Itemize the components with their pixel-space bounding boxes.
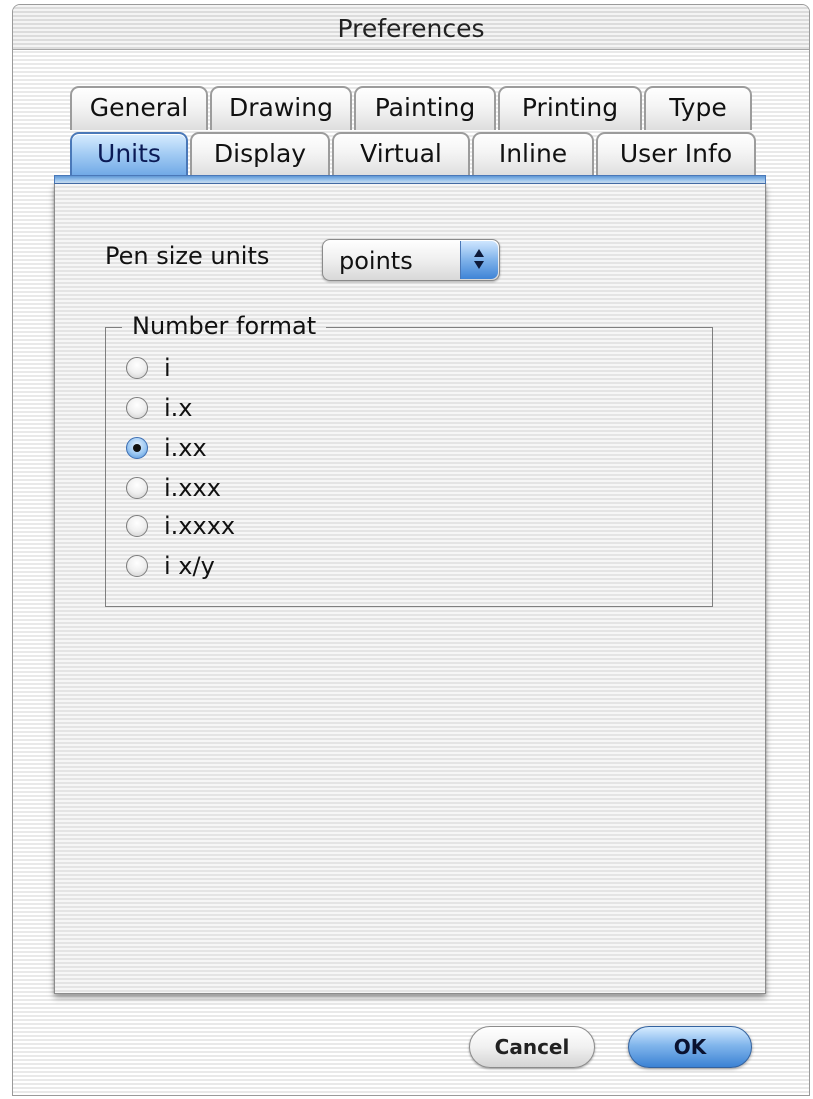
radio-label: i.x <box>164 394 193 422</box>
radio-button[interactable] <box>126 555 148 577</box>
up-down-arrows-icon <box>460 241 498 279</box>
tab-units[interactable]: Units <box>70 132 188 176</box>
tab-general[interactable]: General <box>70 86 208 130</box>
radio-button[interactable] <box>126 397 148 419</box>
radio-button[interactable] <box>126 477 148 499</box>
pen-size-units-value: points <box>339 247 413 275</box>
radio-label: i <box>164 354 171 382</box>
radio-dot-icon <box>133 444 141 452</box>
cancel-button[interactable]: Cancel <box>469 1026 595 1068</box>
pen-size-units-popup[interactable]: points <box>322 239 500 281</box>
tab-printing[interactable]: Printing <box>498 86 642 130</box>
pen-size-units-label: Pen size units <box>105 242 270 270</box>
radio-label: i.xxxx <box>164 512 236 540</box>
tab-display[interactable]: Display <box>190 132 330 176</box>
tab-drawing[interactable]: Drawing <box>210 86 352 130</box>
number-format-title: Number format <box>122 312 327 340</box>
window-title: Preferences <box>13 5 809 50</box>
radio-button-selected[interactable] <box>126 437 148 459</box>
radio-label: i.xx <box>164 434 207 462</box>
radio-label: i x/y <box>164 552 215 580</box>
radio-button[interactable] <box>126 357 148 379</box>
tab-selection-bar <box>54 175 766 184</box>
ok-button[interactable]: OK <box>628 1026 752 1068</box>
tab-painting[interactable]: Painting <box>354 86 496 130</box>
tab-inline[interactable]: Inline <box>472 132 594 176</box>
tab-user-info[interactable]: User Info <box>596 132 756 176</box>
radio-label: i.xxx <box>164 474 221 502</box>
tab-virtual[interactable]: Virtual <box>332 132 470 176</box>
radio-button[interactable] <box>126 515 148 537</box>
tab-type[interactable]: Type <box>644 86 752 130</box>
